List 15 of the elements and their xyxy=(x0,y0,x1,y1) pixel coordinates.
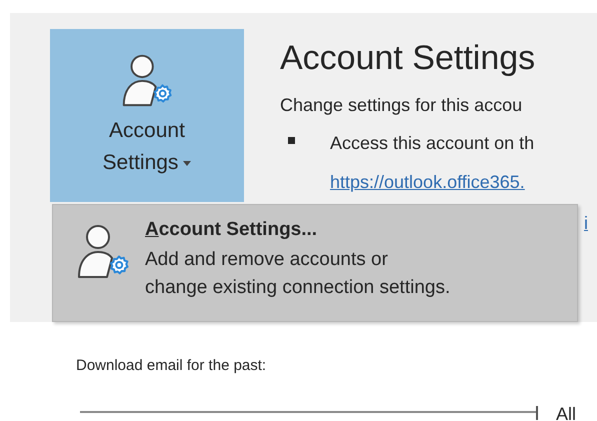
slider-value: All xyxy=(556,403,576,421)
outlook-link[interactable]: https://outlook.office365. xyxy=(330,170,525,194)
bullet-icon xyxy=(288,137,295,144)
download-slider[interactable] xyxy=(80,406,538,420)
caret-icon xyxy=(183,160,192,166)
account-settings-button[interactable]: Account Settings xyxy=(50,29,244,202)
page-heading: Account Settings xyxy=(280,38,536,79)
bullet-text: Access this account on th xyxy=(330,132,534,155)
description-text: Change settings for this accou xyxy=(280,94,522,117)
partial-link[interactable]: i xyxy=(584,211,588,235)
account-settings-menu-item[interactable]: Account Settings... Add and remove accounts or change existing connection settings. xyxy=(52,204,578,322)
download-label: Download email for the past: xyxy=(76,356,266,376)
menu-item-description: Add and remove accounts or xyxy=(145,248,389,272)
menu-item-description: change existing connection settings. xyxy=(145,276,450,300)
menu-item-title: Account Settings... xyxy=(145,218,318,242)
